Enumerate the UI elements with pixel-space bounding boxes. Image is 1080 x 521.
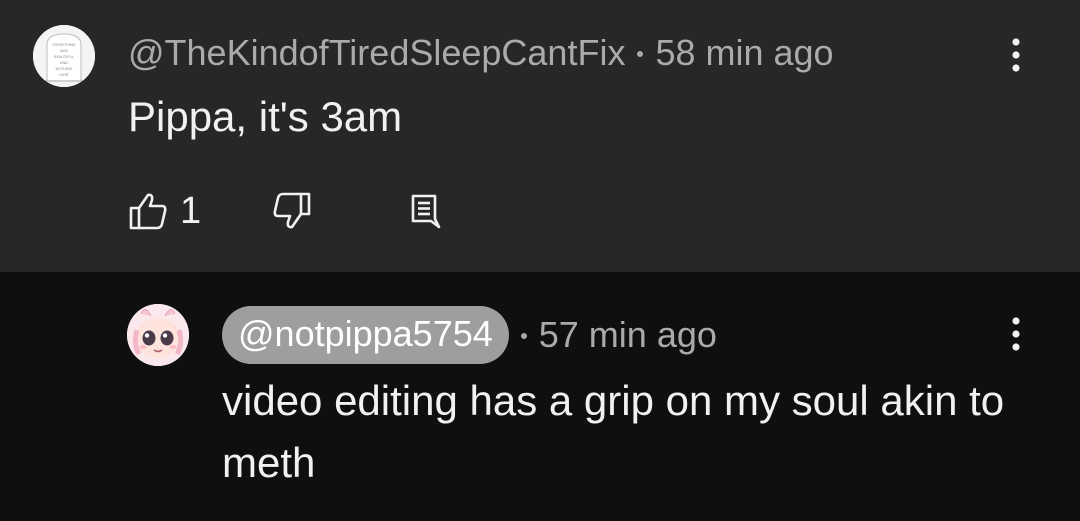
comment-timestamp[interactable]: 58 min ago [655,32,833,74]
meta-separator-dot [637,51,644,57]
more-vertical-icon [1012,317,1020,351]
anime-character-avatar-image [127,304,189,366]
reply-more-button[interactable] [1001,312,1031,358]
svg-text:EVERYTHING: EVERYTHING [53,43,76,47]
reply-author-handle-pill[interactable]: @notpippa5754 [222,306,509,364]
like-button[interactable]: 1 [128,188,201,234]
svg-text:AND: AND [60,61,68,65]
svg-text:NOTHING: NOTHING [56,67,73,71]
dislike-button[interactable] [272,188,318,234]
thumbs-down-icon [273,192,311,229]
comment-body: Pippa, it's 3am [128,93,403,140]
commenter-avatar[interactable]: EVERYTHING WAS BEAUTIFUL AND NOTHING HUR… [33,25,95,87]
reply-meta: @notpippa5754 57 min ago [222,305,717,365]
reply-body: video editing has a grip on my soul akin… [222,377,1005,486]
like-count: 1 [180,189,202,232]
commenter-handle[interactable]: @TheKindofTiredSleepCantFix [128,32,625,74]
comment-meta: @TheKindofTiredSleepCantFix 58 min ago [128,30,834,76]
meta-separator-dot [520,333,527,339]
more-vertical-icon [1012,38,1020,72]
reply-button[interactable] [404,188,450,234]
thumbs-up-icon [129,193,167,230]
reply-timestamp[interactable]: 57 min ago [539,314,717,356]
gravestone-avatar-image: EVERYTHING WAS BEAUTIFUL AND NOTHING HUR… [33,25,95,87]
reply-avatar[interactable] [127,304,189,366]
reply-comment-icon [411,194,441,229]
svg-text:WAS: WAS [60,49,69,53]
comment-more-button[interactable] [1001,33,1031,79]
svg-text:HURT: HURT [59,73,70,77]
svg-text:BEAUTIFUL: BEAUTIFUL [54,55,74,59]
comment-thread: EVERYTHING WAS BEAUTIFUL AND NOTHING HUR… [0,0,1080,521]
